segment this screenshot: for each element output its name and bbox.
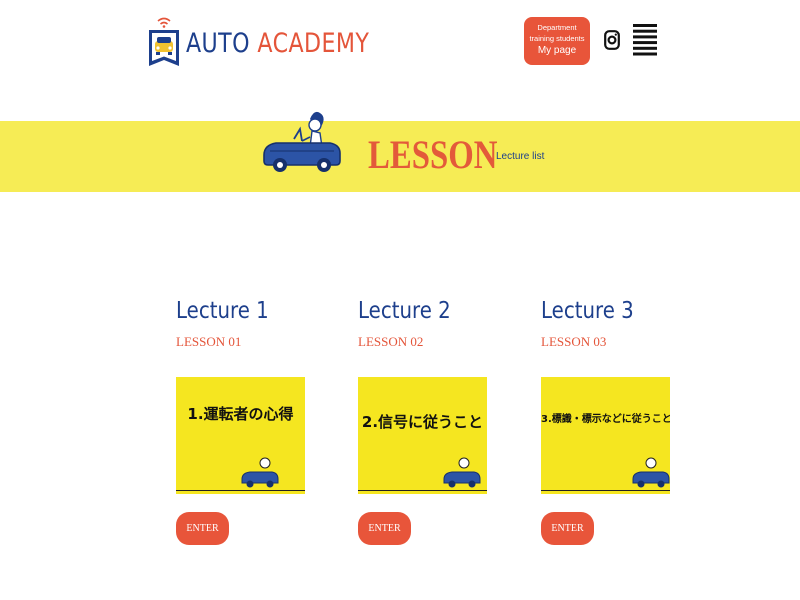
enter-button[interactable]: ENTER xyxy=(358,512,411,545)
lecture-card-2: Lecture 2 LESSON 02 2.信号に従うこと ENTER xyxy=(358,296,493,545)
enter-button[interactable]: ENTER xyxy=(541,512,594,545)
road-line xyxy=(541,490,670,491)
lecture-card-3: Lecture 3 LESSON 03 3.標識・標示などに従うこと ENTER xyxy=(541,296,676,545)
page-title: LESSON xyxy=(368,132,498,177)
thumbnail-caption: 2.信号に従うこと xyxy=(361,413,484,431)
lecture-thumbnail[interactable]: 2.信号に従うこと xyxy=(358,377,487,494)
thumbnail-caption: 3.標識・標示などに従うこと xyxy=(541,414,670,425)
lecture-title: Lecture 1 xyxy=(176,298,269,324)
instagram-icon[interactable] xyxy=(604,30,620,50)
lesson-banner: LESSON Lecture list xyxy=(0,111,800,192)
lecture-title: Lecture 3 xyxy=(541,298,634,324)
car-driver-illustration-icon xyxy=(262,109,342,177)
page-subtitle: Lecture list xyxy=(496,151,545,162)
lecture-subtitle: LESSON 03 xyxy=(541,334,607,349)
car-icon xyxy=(240,455,280,491)
hamburger-menu-icon[interactable] xyxy=(633,24,657,56)
lecture-subtitle: LESSON 01 xyxy=(176,334,242,349)
my-page-line3: My page xyxy=(537,45,577,56)
lecture-title: Lecture 2 xyxy=(358,298,451,324)
logo-shield-icon xyxy=(148,16,180,66)
car-icon xyxy=(631,455,670,491)
lecture-card-1: Lecture 1 LESSON 01 1.運転者の心得 ENTER xyxy=(176,296,311,545)
road-line xyxy=(176,490,305,491)
my-page-line1: Department xyxy=(537,23,577,32)
logo-word-auto: AUTO xyxy=(186,27,250,59)
lecture-thumbnail[interactable]: 3.標識・標示などに従うこと xyxy=(541,377,670,494)
thumbnail-caption: 1.運転者の心得 xyxy=(187,405,294,423)
car-icon xyxy=(442,455,482,491)
logo-wordmark: AUTO ACADEMY xyxy=(186,30,369,57)
site-header: AUTO ACADEMY Department training student… xyxy=(0,0,800,88)
my-page-line2: training students xyxy=(529,34,585,43)
lecture-thumbnail[interactable]: 1.運転者の心得 xyxy=(176,377,305,494)
my-page-button[interactable]: Department training students My page xyxy=(524,17,590,65)
enter-button[interactable]: ENTER xyxy=(176,512,229,545)
auto-academy-logo[interactable]: AUTO ACADEMY xyxy=(148,16,410,66)
road-line xyxy=(358,490,487,491)
logo-word-academy: ACADEMY xyxy=(257,27,370,59)
lecture-subtitle: LESSON 02 xyxy=(358,334,424,349)
